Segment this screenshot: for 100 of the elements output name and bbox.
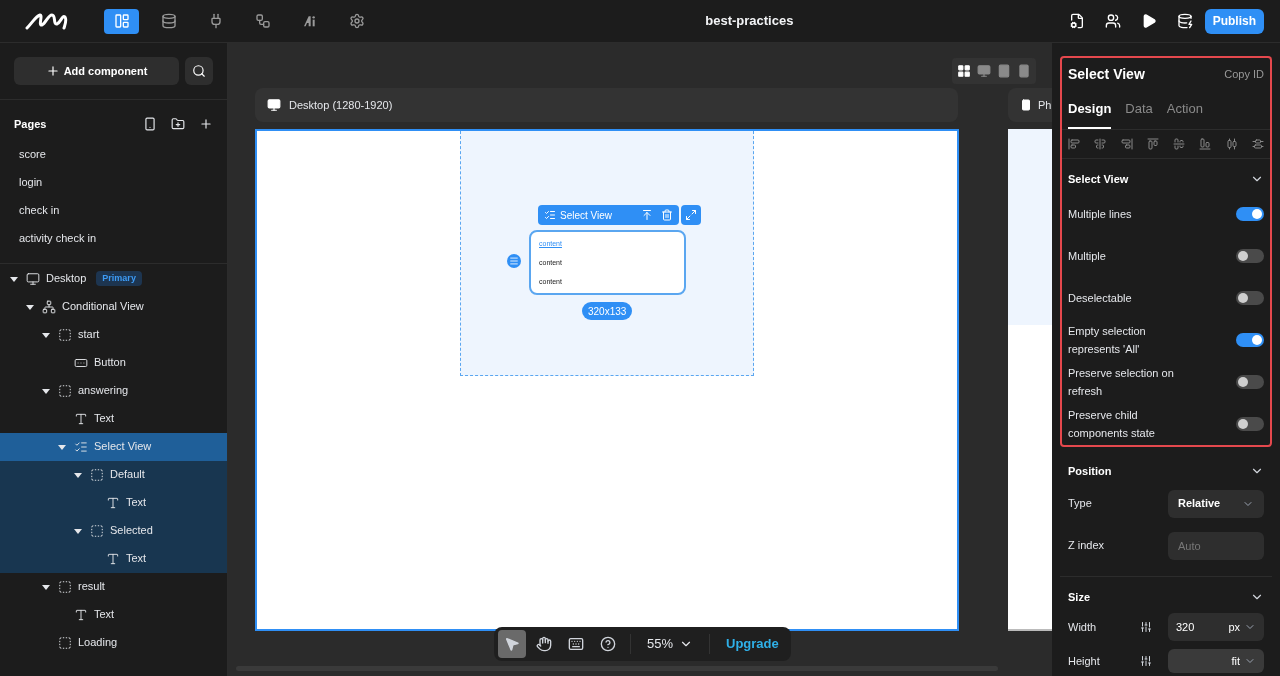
- toggle-label: Multiple lines: [1068, 207, 1133, 222]
- toggle-switch[interactable]: [1236, 417, 1264, 431]
- tree-item[interactable]: Loading: [0, 628, 227, 657]
- height-field[interactable]: fit: [1168, 649, 1264, 673]
- menu-icon: [509, 256, 519, 266]
- file-settings-icon: [1068, 13, 1085, 29]
- width-field[interactable]: 320 px: [1168, 613, 1264, 641]
- search-icon: [192, 64, 206, 78]
- toggle-switch[interactable]: [1236, 333, 1264, 347]
- dashed-square-icon: [90, 523, 104, 538]
- toggle-label: Preserve selection on refresh: [1068, 366, 1175, 399]
- align-left-icon[interactable]: [1068, 137, 1080, 150]
- text-icon: [106, 495, 120, 510]
- tree-item[interactable]: start: [0, 320, 227, 349]
- toggle-switch[interactable]: [1236, 291, 1264, 305]
- caret-icon[interactable]: [10, 274, 18, 283]
- move-up-icon[interactable]: [641, 209, 653, 221]
- dashed-square-icon: [58, 327, 72, 342]
- tree-item[interactable]: Desktop Primary: [0, 264, 227, 293]
- tree-item[interactable]: Text: [0, 488, 227, 517]
- toggle-switch[interactable]: [1236, 207, 1264, 221]
- toolbar-button[interactable]: [1068, 13, 1085, 29]
- tree-item[interactable]: result: [0, 572, 227, 601]
- project-title: best-practices: [704, 12, 795, 31]
- tree-label: Select View: [94, 439, 152, 455]
- section-heading: Position: [1068, 464, 1113, 479]
- caret-icon[interactable]: [42, 386, 50, 395]
- folder-add-icon[interactable]: [171, 117, 185, 132]
- toolbar-button[interactable]: [1104, 13, 1121, 29]
- toggle-switch[interactable]: [1236, 375, 1264, 389]
- tree-item[interactable]: Text: [0, 600, 227, 629]
- component-name: Select View: [560, 208, 614, 223]
- align-bottom-icon[interactable]: [1199, 137, 1212, 150]
- align-middle-icon[interactable]: [1173, 137, 1186, 150]
- plus-icon: [45, 64, 60, 78]
- align-top-icon[interactable]: [1146, 137, 1159, 150]
- type-dropdown[interactable]: Relative: [1168, 489, 1264, 518]
- search-button[interactable]: [185, 57, 213, 85]
- align-center-icon[interactable]: [1094, 137, 1107, 150]
- plus-icon[interactable]: [199, 117, 213, 132]
- tree-item[interactable]: Text: [0, 404, 227, 433]
- expand-icon: [685, 209, 697, 221]
- page-item[interactable]: score: [0, 140, 227, 169]
- logo-icon[interactable]: [24, 11, 68, 31]
- panel-tab[interactable]: Design: [1068, 99, 1112, 129]
- section-heading: Size: [1068, 589, 1091, 605]
- caret-icon[interactable]: [26, 302, 34, 311]
- distribute-horizontal-icon[interactable]: [1225, 137, 1238, 150]
- tree-label: Desktop: [46, 271, 87, 287]
- list-icon: [74, 439, 88, 454]
- tool-button[interactable]: [498, 630, 526, 658]
- add-component-button[interactable]: Add component: [14, 57, 179, 85]
- frame-label: Desktop (1280-1920): [289, 97, 393, 113]
- copy-id-button[interactable]: Copy ID: [1224, 66, 1264, 83]
- page-item[interactable]: activity check in: [0, 224, 227, 253]
- page-item[interactable]: login: [0, 168, 227, 197]
- frame-label: Ph: [1038, 97, 1052, 113]
- panel-title: Select View: [1068, 65, 1146, 84]
- toggle-label: Multiple: [1068, 249, 1107, 264]
- z-index-field[interactable]: Auto: [1168, 531, 1264, 560]
- upgrade-link[interactable]: Upgrade: [718, 634, 787, 654]
- sliders-icon[interactable]: [1140, 621, 1152, 633]
- trash-icon[interactable]: [661, 209, 673, 221]
- align-right-icon[interactable]: [1120, 137, 1133, 150]
- caret-icon[interactable]: [74, 526, 82, 535]
- ai-icon: [301, 13, 318, 29]
- pages-heading: Pages: [14, 117, 48, 132]
- toggle-label: Deselectable: [1068, 291, 1133, 306]
- view-mode-button[interactable]: [956, 63, 972, 79]
- toolbar-button[interactable]: [1176, 13, 1193, 29]
- nav-button[interactable]: [104, 8, 139, 34]
- panel-tab[interactable]: Action: [1166, 99, 1203, 129]
- tree-item[interactable]: Select View: [0, 432, 227, 461]
- text-icon: [74, 607, 88, 622]
- tree-item[interactable]: Button: [0, 348, 227, 377]
- tree-item[interactable]: Conditional View: [0, 292, 227, 321]
- expand-button[interactable]: [681, 205, 701, 225]
- toggle-switch[interactable]: [1236, 249, 1264, 263]
- field-label: Height: [1068, 653, 1101, 669]
- keyboard-icon: [568, 636, 584, 652]
- caret-icon[interactable]: [42, 330, 50, 339]
- distribute-vertical-icon[interactable]: [1251, 137, 1264, 150]
- panel-tab[interactable]: Data: [1125, 99, 1153, 129]
- dashed-square-icon: [58, 383, 72, 398]
- dashed-square-icon: [58, 635, 72, 650]
- workflow-icon: [254, 13, 271, 29]
- tree-item[interactable]: Selected: [0, 516, 227, 545]
- toggle-label: Empty selection represents 'All': [1068, 324, 1147, 357]
- sliders-icon[interactable]: [1140, 655, 1152, 667]
- tree-item[interactable]: Text: [0, 544, 227, 573]
- device-icon[interactable]: [143, 117, 157, 132]
- size-label: 320x133: [582, 302, 633, 320]
- page-item[interactable]: check in: [0, 196, 227, 225]
- caret-icon[interactable]: [74, 470, 82, 479]
- caret-icon[interactable]: [42, 582, 50, 591]
- branch-icon: [42, 299, 56, 314]
- zoom-dropdown[interactable]: 55%: [639, 634, 702, 654]
- tree-item[interactable]: answering: [0, 376, 227, 405]
- hand-icon: [536, 636, 552, 652]
- tree-item[interactable]: Default: [0, 460, 227, 489]
